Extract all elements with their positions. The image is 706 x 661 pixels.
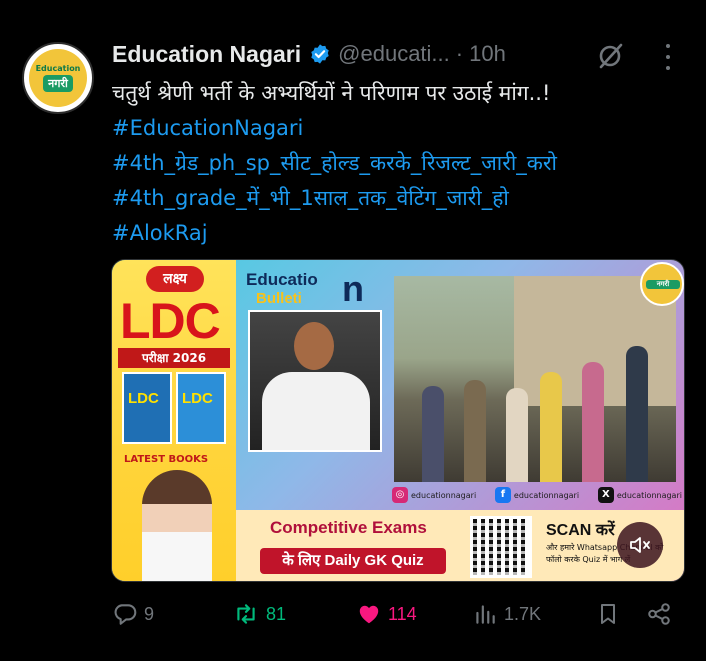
social-label: educationnagari xyxy=(411,490,477,500)
more-options-icon[interactable] xyxy=(660,44,676,70)
competitive-exams-label: Competitive Exams xyxy=(270,518,427,537)
like-button[interactable]: 114 xyxy=(356,596,417,632)
bulletin-word: Bulleti xyxy=(256,290,302,307)
book-label: LDC xyxy=(182,390,213,407)
x-icon: X xyxy=(597,487,614,503)
latest-books-label: LATEST BOOKS xyxy=(124,454,209,465)
bookmark-button[interactable] xyxy=(596,596,626,632)
views-button[interactable]: 1.7K xyxy=(472,596,541,632)
avatar-logo: Education नगरी xyxy=(29,49,87,107)
views-count: 1.7K xyxy=(504,603,542,624)
person-figure xyxy=(626,346,648,482)
pariksha-label: परीक्षा 2026 xyxy=(118,348,230,368)
bookmark-icon xyxy=(601,604,615,624)
share-button[interactable] xyxy=(646,596,678,632)
tweet-body: चतुर्थ श्रेणी भर्ती के अभ्यर्थियों ने पर… xyxy=(112,81,551,105)
tweet-header: Education Nagari @educati... · 10h xyxy=(112,38,506,70)
share-icon xyxy=(648,603,670,625)
social-handles: ◎ educationnagari f educationnagari X ed… xyxy=(392,484,682,506)
anchor-shirt xyxy=(262,372,370,450)
tweet-timestamp[interactable]: 10h xyxy=(469,41,506,67)
qr-code xyxy=(470,516,532,578)
social-item: f educationnagari xyxy=(494,487,580,503)
social-label: educationnagari xyxy=(616,490,682,500)
bulletin-logo: Educatio Bulleti n xyxy=(246,268,370,310)
hashtag-link[interactable]: #AlokRaj xyxy=(112,216,692,251)
reply-count: 9 xyxy=(144,603,155,624)
hashtag-link[interactable]: #4th_grade_में_भी_1साल_तक_वेटिंग_जारी_हो xyxy=(112,181,692,216)
book-label: LDC xyxy=(128,390,159,407)
separator-dot: · xyxy=(455,41,464,66)
instagram-icon: ◎ xyxy=(392,487,408,503)
hashtag-link[interactable]: #EducationNagari xyxy=(112,111,692,146)
author-name[interactable]: Education Nagari xyxy=(112,41,301,68)
social-item: ◎ educationnagari xyxy=(392,487,476,503)
gk-quiz-label: के लिए Daily GK Quiz xyxy=(260,548,446,574)
author-avatar[interactable]: Education नगरी xyxy=(22,42,94,114)
ldc-title: LDC xyxy=(120,293,221,349)
mute-button[interactable] xyxy=(617,522,663,568)
person-figure xyxy=(422,386,444,482)
scan-label: SCAN करें xyxy=(546,522,615,539)
book-cover: LDC xyxy=(176,372,226,444)
reply-button[interactable]: 9 xyxy=(112,596,154,632)
tweet-video[interactable]: लक्ष्य LDC परीक्षा 2026 LDC LDC LATEST B… xyxy=(111,259,685,582)
grok-icon[interactable] xyxy=(596,40,626,70)
tweet-actions: 9 81 114 1.7K xyxy=(112,596,672,632)
channel-logo: नगरी xyxy=(640,262,684,306)
crowd-photo xyxy=(394,276,676,482)
analytics-icon xyxy=(476,605,495,624)
facebook-icon: f xyxy=(494,487,511,503)
anchor-head xyxy=(294,322,334,370)
reply-icon xyxy=(114,604,137,625)
tweet-text: चतुर्थ श्रेणी भर्ती के अभ्यर्थियों ने पर… xyxy=(112,76,692,251)
book-cover: LDC xyxy=(122,372,172,444)
logo-badge-text: नगरी xyxy=(646,280,680,289)
hashtag-link[interactable]: #4th_ग्रेड_ph_sp_सीट_होल्ड_करके_रिजल्ट_ज… xyxy=(112,146,692,181)
person-figure xyxy=(464,380,486,482)
person-figure xyxy=(506,388,528,482)
model-image xyxy=(142,470,212,581)
repost-icon xyxy=(237,604,255,624)
avatar-text-main: नगरी xyxy=(43,75,73,92)
avatar-text-top: Education xyxy=(35,64,81,73)
lakshya-badge: लक्ष्य xyxy=(146,266,204,292)
person-figure xyxy=(540,372,562,482)
person-figure xyxy=(582,362,604,482)
repost-button[interactable]: 81 xyxy=(232,596,286,632)
repost-count: 81 xyxy=(266,603,287,624)
bulletin-n: n xyxy=(342,268,364,309)
bulletin-education: Educatio xyxy=(246,270,318,289)
author-handle[interactable]: @educati... xyxy=(338,41,450,67)
social-label: educationnagari xyxy=(513,490,580,500)
heart-icon xyxy=(359,605,379,624)
anchor-video xyxy=(248,310,382,452)
speaker-muted-icon xyxy=(630,537,650,553)
social-item: X educationnagari xyxy=(597,487,682,503)
verified-badge-icon xyxy=(311,44,329,64)
like-count: 114 xyxy=(388,603,417,624)
